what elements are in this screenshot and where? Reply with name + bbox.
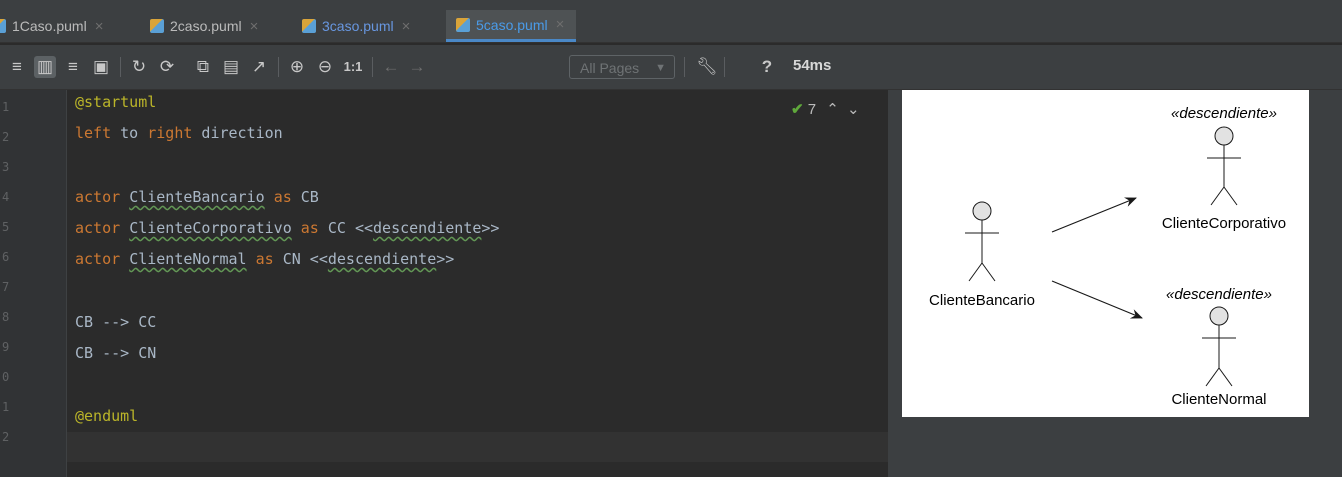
inspection-count: 7	[807, 101, 817, 118]
tab-1caso[interactable]: 1Caso.puml ×	[0, 10, 103, 42]
tab-label: 3caso.puml	[322, 18, 394, 34]
code-editor[interactable]: @startuml left to right direction actor …	[67, 90, 888, 477]
export-icon[interactable]: ↗	[248, 56, 270, 78]
actual-size-button[interactable]: 1:1	[342, 56, 364, 78]
save-icon[interactable]: ▤	[220, 56, 242, 78]
line-number: 5	[2, 220, 10, 234]
close-icon[interactable]: ×	[95, 18, 104, 35]
code-line-2: left to right direction	[75, 124, 283, 142]
line-number: 3	[2, 160, 10, 174]
tab-label: 1Caso.puml	[12, 18, 87, 34]
actor-stereotype: «descendiente»	[1171, 105, 1277, 122]
refresh-icon[interactable]: ↻	[128, 56, 150, 78]
actor-clientecorporativo[interactable]: «descendiente» ClienteCorporativo	[1162, 105, 1286, 232]
tab-label: 5caso.puml	[476, 16, 548, 33]
reload-icon[interactable]: ⟳	[156, 56, 178, 78]
line-number: 1	[2, 100, 10, 114]
chevron-down-icon[interactable]: ⌄	[847, 101, 860, 118]
line-number: 8	[2, 310, 10, 324]
close-icon[interactable]: ×	[402, 18, 411, 35]
plantuml-file-icon	[302, 19, 316, 33]
next-page-icon[interactable]: →	[406, 56, 428, 78]
separator	[278, 57, 279, 77]
tab-3caso[interactable]: 3caso.puml ×	[302, 10, 410, 42]
actor-label: ClienteCorporativo	[1162, 215, 1286, 232]
close-icon[interactable]: ×	[556, 16, 565, 33]
pages-select-value: All Pages	[580, 60, 640, 76]
line-number: 1	[2, 400, 10, 414]
tab-2caso[interactable]: 2caso.puml ×	[150, 10, 258, 42]
code-line-5: actor ClienteCorporativo as CC <<descend…	[75, 219, 500, 237]
code-line-1: @startuml	[75, 93, 157, 111]
actor-clientebancario[interactable]: ClienteBancario	[929, 201, 1035, 309]
settings-wrench-icon[interactable]: 🔧︎	[696, 56, 718, 78]
uml-diagram-preview[interactable]: ClienteBancario «descendiente» ClienteCo…	[902, 90, 1309, 417]
actor-label: ClienteBancario	[929, 292, 1035, 309]
inspection-widget[interactable]: ✔ 7 ⌃ ⌄	[791, 100, 860, 118]
line-number: 0	[2, 370, 10, 384]
image-icon[interactable]: ▣	[90, 56, 112, 78]
current-line-highlight	[67, 432, 888, 462]
tab-label: 2caso.puml	[170, 18, 242, 34]
actor-stereotype: «descendiente»	[1166, 286, 1272, 303]
check-icon: ✔	[791, 101, 804, 118]
line-number: 7	[2, 280, 10, 294]
actor-label: ClienteNormal	[1171, 391, 1266, 408]
arrow-cb-to-cc	[1051, 197, 1137, 233]
chevron-up-icon[interactable]: ⌃	[826, 101, 839, 118]
actor-clientenormal[interactable]: «descendiente» ClienteNormal	[1166, 286, 1272, 408]
line-number: 9	[2, 340, 10, 354]
close-icon[interactable]: ×	[250, 18, 259, 35]
code-line-6: actor ClienteNormal as CN <<descendiente…	[75, 250, 455, 268]
plantuml-preview-toolbar: ≡ ▥ ≡ ▣ ↻ ⟳ ⧉ ▤ ↗ ⊕ ⊖ 1:1 ← → All Pages …	[0, 45, 1342, 90]
separator	[684, 57, 685, 77]
help-button[interactable]: ?	[758, 56, 776, 78]
separator	[724, 57, 725, 77]
chevron-down-icon: ▼	[655, 62, 666, 74]
code-line-11: @enduml	[75, 407, 139, 425]
zoom-out-icon[interactable]: ⊖	[314, 56, 336, 78]
plantuml-file-icon	[0, 19, 6, 33]
plantuml-file-icon	[150, 19, 164, 33]
code-line-9: CB --> CN	[75, 344, 157, 362]
line-number-gutter: 1 2 3 4 5 6 7 8 9 0 1 2	[0, 90, 66, 477]
editor-only-icon[interactable]: ≡	[6, 56, 28, 78]
line-number: 2	[2, 430, 10, 444]
copy-icon[interactable]: ⧉	[192, 56, 214, 78]
zoom-in-icon[interactable]: ⊕	[286, 56, 308, 78]
previous-page-icon[interactable]: ←	[380, 56, 402, 78]
editor-and-preview-icon[interactable]: ▥	[34, 56, 56, 78]
plantuml-file-icon	[456, 17, 470, 32]
tab-5caso[interactable]: 5caso.puml ×	[446, 10, 577, 42]
arrow-cb-to-cn	[1051, 280, 1143, 319]
preview-only-icon[interactable]: ≡	[62, 56, 84, 78]
code-line-8: CB --> CC	[75, 313, 157, 331]
pages-select[interactable]: All Pages ▼	[569, 55, 675, 79]
line-number: 4	[2, 190, 10, 204]
use-case-diagram: ClienteBancario «descendiente» ClienteCo…	[929, 105, 1286, 408]
separator	[372, 57, 373, 77]
line-number: 6	[2, 250, 10, 264]
code-line-4: actor ClienteBancario as CB	[75, 188, 319, 206]
render-time: 54ms	[793, 57, 832, 74]
separator	[120, 57, 121, 77]
line-number: 2	[2, 130, 10, 144]
editor-tab-bar: 1Caso.puml × 2caso.puml × 3caso.puml × 5…	[0, 0, 1342, 43]
